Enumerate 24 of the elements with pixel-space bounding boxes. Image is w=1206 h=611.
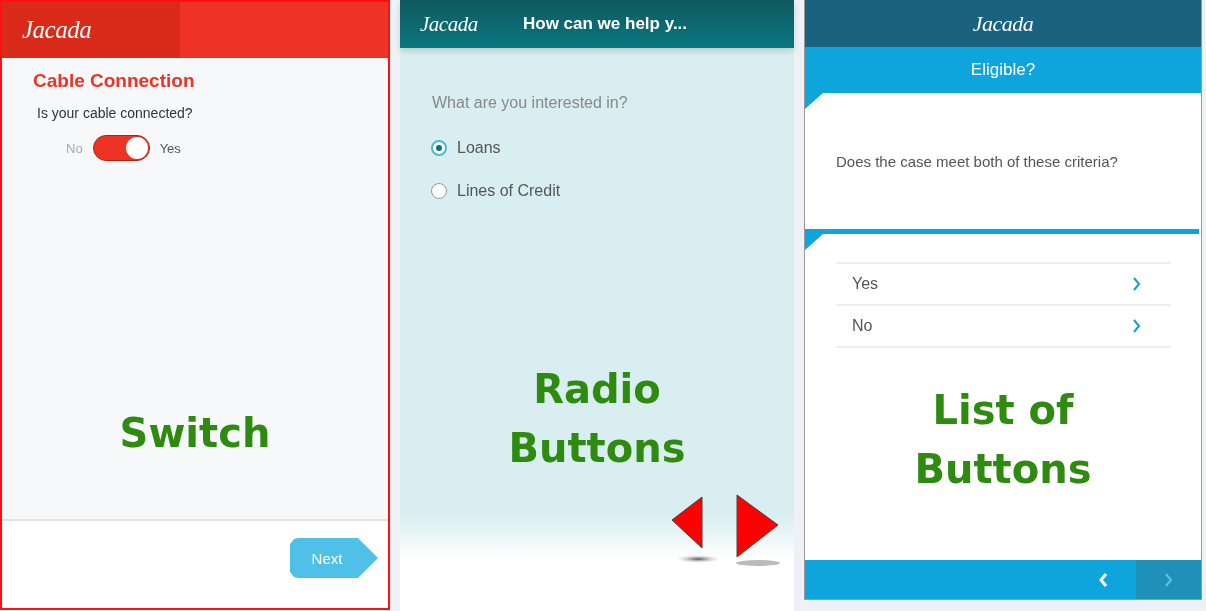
header-title: How can we help y...	[523, 14, 688, 34]
chevron-icon	[1164, 572, 1173, 587]
list-option[interactable]: No	[836, 306, 1171, 348]
list-option[interactable]: Yes	[836, 264, 1171, 306]
radio-option[interactable]: Loans	[431, 139, 794, 157]
radio-option[interactable]: Lines of Credit	[431, 182, 794, 200]
caption: Radio Buttons	[507, 365, 687, 473]
screen-title: Cable Connection	[33, 70, 196, 92]
caption: Switch	[118, 409, 272, 458]
logo: Jacada	[420, 11, 479, 37]
subtitle-bar: Eligible?	[805, 47, 1201, 93]
logo: Jacada	[22, 16, 92, 44]
next-arrow-button[interactable]	[736, 494, 780, 569]
switch-on-label: Yes	[159, 140, 181, 156]
chevron-icon	[1132, 319, 1141, 333]
question-text: Does the case meet both of these criteria?	[836, 152, 1118, 170]
question-text: What are you interested in?	[432, 94, 629, 112]
toggle-switch[interactable]	[92, 135, 150, 161]
logo: Jacada	[972, 10, 1034, 37]
caption: List of Buttons	[913, 386, 1093, 494]
switch-off-label: No	[66, 140, 83, 156]
question-text: Is your cable connected?	[37, 105, 194, 121]
chevron-icon	[1099, 572, 1108, 587]
chevron-icon	[1132, 277, 1141, 291]
